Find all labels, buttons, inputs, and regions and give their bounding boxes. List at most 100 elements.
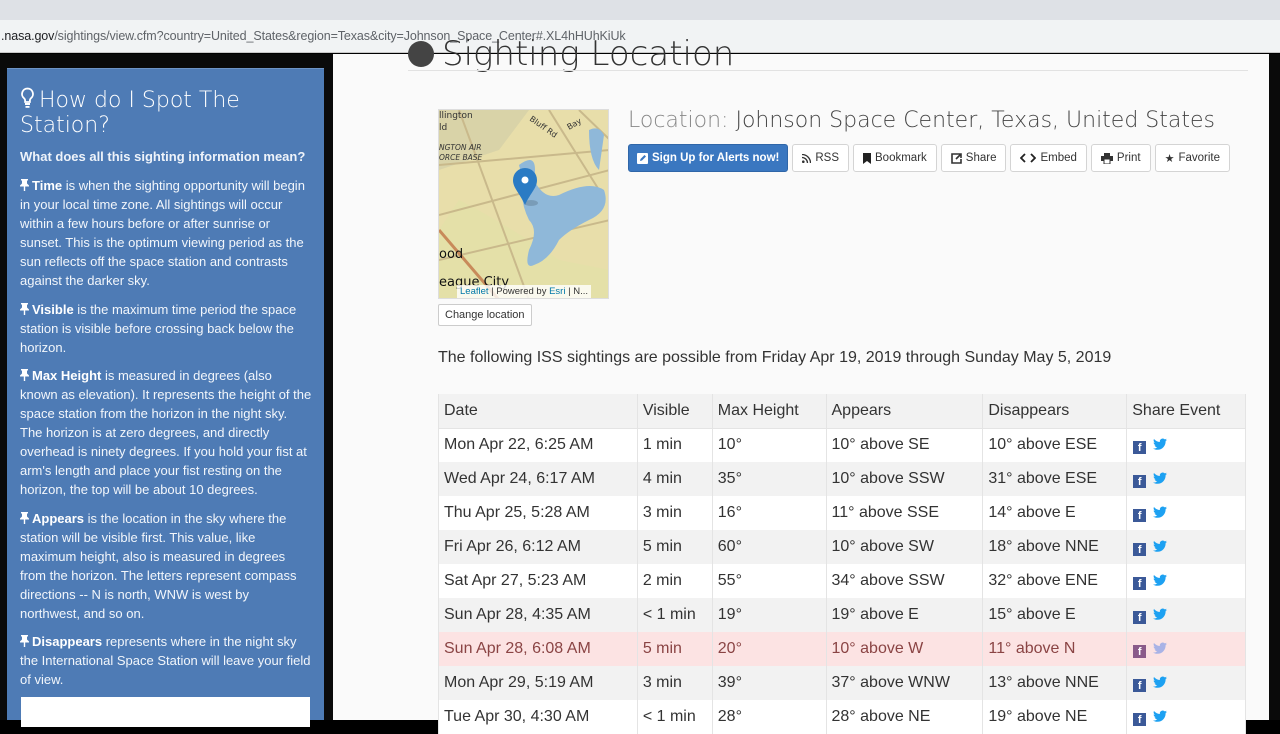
term: Disappears [32,634,103,649]
cell-share: f [1126,530,1246,564]
cell-date: Mon Apr 29, 5:19 AM [438,666,638,700]
cell-share: f [1126,666,1246,700]
button-label: RSS [815,152,840,164]
cell-appears: 11° above SSE [825,496,984,530]
column-header-date: Date [438,394,638,429]
cell-disappears: 10° above ESE [982,428,1128,462]
definition: is when the sighting opportunity will be… [20,178,305,288]
facebook-icon[interactable]: f [1133,577,1147,590]
pushpin-icon [20,303,29,315]
esri-link[interactable]: Esri [549,286,565,297]
twitter-icon[interactable] [1153,676,1168,689]
star-icon: ★ [1164,152,1175,165]
sign-up-alerts-button[interactable]: Sign Up for Alerts now! [628,144,789,172]
help-visible: Visible is the maximum time period the s… [20,300,312,357]
cell-share: f [1126,632,1246,666]
twitter-icon[interactable] [1153,506,1168,519]
bookmark-button[interactable]: Bookmark [853,144,937,172]
map-label: llington [439,111,473,121]
facebook-icon[interactable]: f [1133,441,1147,455]
twitter-icon[interactable] [1153,540,1168,553]
term: Max Height [32,368,102,383]
pushpin-icon [20,635,29,647]
facebook-icon[interactable]: f [1133,543,1147,556]
help-time: Time is when the sighting opportunity wi… [20,176,312,290]
favorite-button[interactable]: ★ Favorite [1154,144,1230,172]
heading-divider [408,70,1248,71]
table-row: Tue Apr 30, 4:30 AM < 1 min 28° 28° above N… [438,700,1246,734]
cell-appears: 19° above E [825,598,984,632]
facebook-icon[interactable]: f [1133,611,1147,624]
table-row: Mon Apr 29, 5:19 AM 3 min 39° 37° above WNW… [438,666,1246,700]
definition: is the location in the sky where the sta… [20,511,297,621]
cell-appears: 10° above W [825,632,984,666]
table-row: Sun Apr 28, 4:35 AM < 1 min 19° 19° above E… [438,598,1246,632]
help-appears: Appears is the location in the sky where… [20,509,312,623]
embed-button[interactable]: Embed [1010,144,1087,172]
cell-max-height: 39° [711,666,827,700]
lightbulb-icon [21,87,34,108]
rss-button[interactable]: RSS [792,144,850,172]
table-row: Fri Apr 26, 6:12 AM 5 min 60° 10° above SW 1… [438,530,1246,564]
cell-share: f [1126,462,1246,496]
sidebar-title-text: How do I Spot The Station? [20,88,240,138]
twitter-icon[interactable] [1153,438,1168,451]
share-button[interactable]: Share [940,144,1007,172]
change-location-button[interactable]: Change location [438,304,532,326]
cell-date: Fri Apr 26, 6:12 AM [438,530,638,564]
cell-date: Thu Apr 25, 5:28 AM [438,496,638,530]
column-header-share-event: Share Event [1126,394,1246,429]
cell-disappears: 14° above E [982,496,1128,530]
cell-max-height: 28° [711,700,827,734]
button-label: Print [1116,152,1141,164]
facebook-icon[interactable]: f [1133,679,1147,692]
cell-share: f [1126,598,1246,632]
cell-appears: 28° above NE [825,700,984,734]
table-row: Thu Apr 25, 5:28 AM 3 min 16° 11° above SSE… [438,496,1246,530]
facebook-icon[interactable]: f [1133,645,1147,658]
twitter-icon[interactable] [1153,608,1168,621]
pushpin-icon [20,369,29,381]
cell-visible: 5 min [636,632,713,666]
cell-share: f [1126,496,1246,530]
map-label: ld [439,123,447,133]
map-tiles[interactable]: llington ld NGTON AIR ORCE BASE ood eagu… [439,110,609,299]
cell-date: Mon Apr 22, 6:25 AM [438,428,638,462]
definition: is measured in degrees (also known as el… [20,368,312,497]
table-row: Wed Apr 24, 6:17 AM 4 min 35° 10° above SSW… [438,462,1246,496]
share-icon [950,152,962,164]
cell-visible: 3 min [636,496,713,530]
cell-disappears: 13° above NNE [982,666,1128,700]
cell-max-height: 20° [711,632,827,666]
column-header-appears: Appears [825,394,984,429]
cell-disappears: 15° above E [982,598,1128,632]
section-heading-text: Sighting Location [442,34,735,74]
cell-appears: 10° above SSW [825,462,984,496]
twitter-icon[interactable] [1153,472,1168,485]
twitter-icon[interactable] [1153,710,1168,723]
main-content: Sighting Location llington ld NGTON AIR … [333,34,1269,734]
facebook-icon[interactable]: f [1133,509,1147,522]
location-map[interactable]: llington ld NGTON AIR ORCE BASE ood eagu… [438,109,609,299]
print-button[interactable]: Print [1090,144,1151,172]
cell-appears: 10° above SE [825,428,984,462]
map-label: ORCE BASE [439,153,483,162]
map-label: ood [439,247,463,262]
cell-share: f [1126,428,1246,462]
print-icon [1100,152,1113,164]
cell-max-height: 19° [711,598,827,632]
facebook-icon[interactable]: f [1133,475,1147,488]
cell-appears: 37° above WNW [825,666,984,700]
cell-disappears: 18° above NNE [982,530,1128,564]
leaflet-link[interactable]: Leaflet [460,286,489,297]
cell-max-height: 10° [711,428,827,462]
button-label: Share [965,152,997,164]
cell-visible: 4 min [636,462,713,496]
cell-disappears: 19° above NE [982,700,1128,734]
column-header-disappears: Disappears [982,394,1128,429]
twitter-icon[interactable] [1153,574,1168,587]
location-icon [408,41,434,67]
action-toolbar: Sign Up for Alerts now! RSS Bookmark Sha… [628,144,1230,172]
twitter-icon[interactable] [1153,642,1168,655]
cell-date: Sun Apr 28, 4:35 AM [438,598,638,632]
